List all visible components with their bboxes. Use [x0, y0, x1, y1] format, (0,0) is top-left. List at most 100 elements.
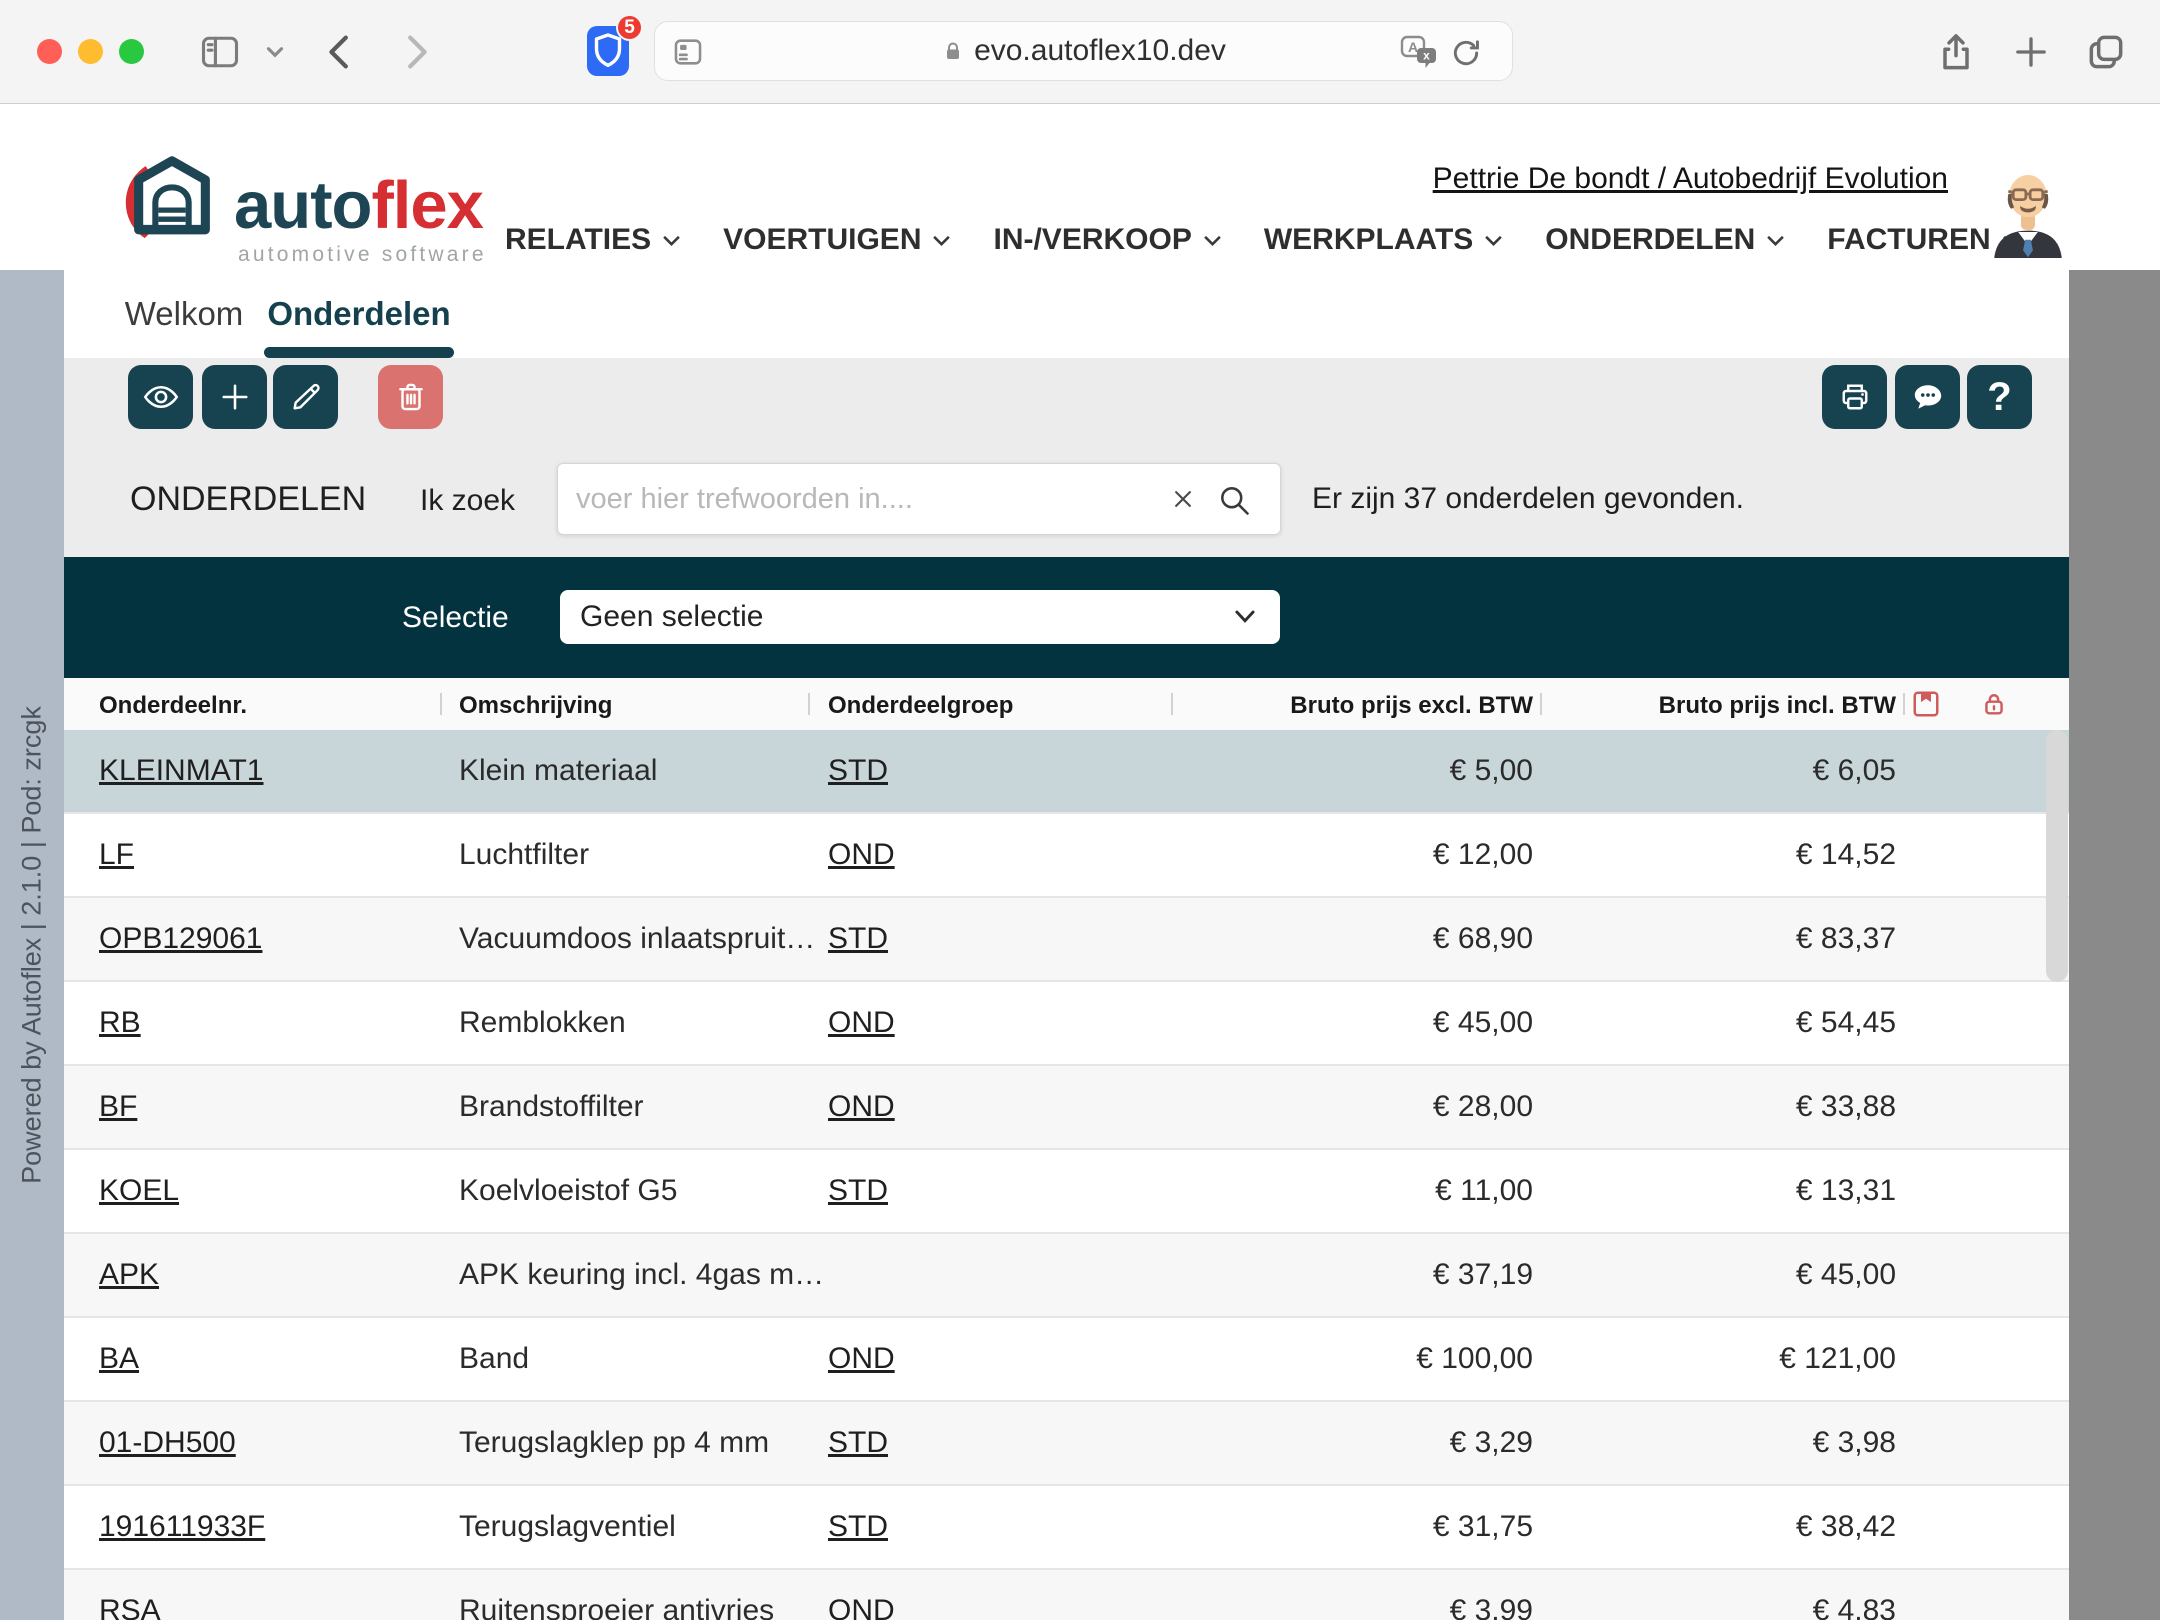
- tabs-overview-icon[interactable]: [2084, 30, 2128, 74]
- help-button[interactable]: ?: [1967, 365, 2032, 429]
- chevron-down-icon: [932, 234, 951, 247]
- column-divider: [1903, 693, 1905, 715]
- save-layout-icon[interactable]: [1911, 689, 1941, 719]
- traffic-lights: [37, 39, 144, 64]
- table-row[interactable]: KLEINMAT1Klein materiaalSTD€ 5,00€ 6,05: [64, 730, 2069, 814]
- part-group-link[interactable]: OND: [828, 1006, 895, 1039]
- chat-icon: [1910, 379, 1946, 415]
- reload-icon[interactable]: [1450, 37, 1482, 69]
- column-header-omschrijving[interactable]: Omschrijving: [459, 692, 612, 720]
- new-tab-icon[interactable]: [2010, 31, 2052, 73]
- part-group-link[interactable]: OND: [828, 838, 895, 871]
- nav-item-label: ONDERDELEN: [1545, 223, 1755, 257]
- nav-item-werkplaats[interactable]: WERKPLAATS: [1264, 223, 1503, 257]
- view-button[interactable]: [128, 365, 193, 429]
- avatar[interactable]: [1983, 166, 2073, 260]
- chevron-down-icon: [1230, 604, 1260, 630]
- table-row[interactable]: 191611933FTerugslagventielSTD€ 31,75€ 38…: [64, 1486, 2069, 1570]
- nav-item-relaties[interactable]: RELATIES: [505, 223, 681, 257]
- autoflex-logo[interactable]: autoflex automotive software: [122, 146, 487, 267]
- print-button[interactable]: [1822, 365, 1887, 429]
- price-excl-btw: € 3,29: [1164, 1426, 1533, 1460]
- price-excl-btw: € 28,00: [1164, 1090, 1533, 1124]
- price-excl-btw: € 5,00: [1164, 754, 1533, 788]
- traffic-light-close[interactable]: [37, 39, 62, 64]
- part-group-link[interactable]: OND: [828, 1594, 895, 1620]
- toolbar-chevron-down-icon[interactable]: [262, 39, 288, 65]
- traffic-light-minimize[interactable]: [78, 39, 103, 64]
- address-bar[interactable]: evo.autoflex10.dev A x: [654, 21, 1513, 81]
- table-row[interactable]: APKAPK keuring incl. 4gas m…€ 37,19€ 45,…: [64, 1234, 2069, 1318]
- table-row[interactable]: RBRemblokkenOND€ 45,00€ 54,45: [64, 982, 2069, 1066]
- chat-button[interactable]: [1895, 365, 1960, 429]
- table-scrollbar-thumb[interactable]: [2046, 730, 2068, 982]
- part-group-link[interactable]: STD: [828, 754, 888, 787]
- search-icon[interactable]: [1216, 482, 1252, 518]
- edit-button[interactable]: [273, 365, 338, 429]
- part-group-link[interactable]: STD: [828, 1510, 888, 1543]
- column-header-prijs-incl[interactable]: Bruto prijs incl. BTW: [1564, 692, 1896, 720]
- forward-icon[interactable]: [392, 29, 438, 75]
- tab-bar: Welkom Onderdelen: [64, 270, 2069, 358]
- part-number-link[interactable]: APK: [99, 1258, 159, 1291]
- svg-text:A: A: [1408, 39, 1418, 55]
- table-row[interactable]: OPB129061Vacuumdoos inlaatspruit…STD€ 68…: [64, 898, 2069, 982]
- nav-item-onderdelen[interactable]: ONDERDELEN: [1545, 223, 1785, 257]
- garage-icon: [122, 146, 222, 267]
- nav-item-voertuigen[interactable]: VOERTUIGEN: [723, 223, 951, 257]
- selection-dropdown[interactable]: Geen selectie: [560, 590, 1280, 644]
- part-number-link[interactable]: OPB129061: [99, 922, 262, 955]
- nav-item-label: WERKPLAATS: [1264, 223, 1473, 257]
- nav-item-in-verkoop[interactable]: IN-/VERKOOP: [993, 223, 1221, 257]
- price-incl-btw: € 33,88: [1564, 1090, 1896, 1124]
- part-group-link[interactable]: STD: [828, 922, 888, 955]
- part-description: Remblokken: [459, 1006, 626, 1040]
- add-button[interactable]: [202, 365, 267, 429]
- search-label: Ik zoek: [420, 484, 515, 518]
- table-row[interactable]: BABandOND€ 100,00€ 121,00: [64, 1318, 2069, 1402]
- price-excl-btw: € 45,00: [1164, 1006, 1533, 1040]
- part-group-link[interactable]: OND: [828, 1342, 895, 1375]
- printer-icon: [1837, 379, 1873, 415]
- part-group-link[interactable]: OND: [828, 1090, 895, 1123]
- column-header-prijs-excl[interactable]: Bruto prijs excl. BTW: [1164, 692, 1533, 720]
- part-description: Terugslagventiel: [459, 1510, 676, 1544]
- shield-extension-icon[interactable]: 5: [586, 24, 630, 80]
- table-row[interactable]: KOELKoelvloeistof G5STD€ 11,00€ 13,31: [64, 1150, 2069, 1234]
- table-row[interactable]: RSARuitensproeier antivriesOND€ 3,99€ 4,…: [64, 1570, 2069, 1620]
- tab-welkom[interactable]: Welkom: [104, 270, 264, 358]
- column-header-onderdeelgroep[interactable]: Onderdeelgroep: [828, 692, 1013, 720]
- table-row[interactable]: BFBrandstoffilterOND€ 28,00€ 33,88: [64, 1066, 2069, 1150]
- part-number-link[interactable]: LF: [99, 838, 134, 871]
- column-header-onderdeelnr[interactable]: Onderdeelnr.: [99, 692, 247, 720]
- lock-columns-icon[interactable]: [1980, 689, 2008, 719]
- table-row[interactable]: LFLuchtfilterOND€ 12,00€ 14,52: [64, 814, 2069, 898]
- part-number-link[interactable]: KLEINMAT1: [99, 754, 264, 787]
- clear-search-icon[interactable]: [1168, 484, 1198, 514]
- part-number-link[interactable]: 01-DH500: [99, 1426, 236, 1459]
- delete-button[interactable]: [378, 365, 443, 429]
- part-number-link[interactable]: BF: [99, 1090, 137, 1123]
- part-group-link[interactable]: STD: [828, 1426, 888, 1459]
- traffic-light-zoom[interactable]: [119, 39, 144, 64]
- part-number-link[interactable]: RSA: [99, 1594, 161, 1620]
- price-incl-btw: € 6,05: [1564, 754, 1896, 788]
- part-number-link[interactable]: BA: [99, 1342, 139, 1375]
- part-description: Band: [459, 1342, 529, 1376]
- part-number-link[interactable]: 191611933F: [99, 1510, 265, 1543]
- part-group-link[interactable]: STD: [828, 1174, 888, 1207]
- share-icon[interactable]: [1934, 30, 1978, 74]
- translate-icon[interactable]: A x: [1400, 35, 1438, 69]
- part-number-link[interactable]: RB: [99, 1006, 141, 1039]
- table-row[interactable]: 01-DH500Terugslagklep pp 4 mmSTD€ 3,29€ …: [64, 1402, 2069, 1486]
- url-text[interactable]: evo.autoflex10.dev: [974, 34, 1226, 68]
- left-sidebar-strip: Powered by Autoflex | 2.1.0 | Pod: zrcgk: [0, 270, 64, 1620]
- chevron-down-icon: [1203, 234, 1222, 247]
- results-count-text: Er zijn 37 onderdelen gevonden.: [1312, 482, 1744, 516]
- sidebar-toggle-icon[interactable]: [198, 30, 242, 74]
- back-icon[interactable]: [318, 29, 364, 75]
- part-number-link[interactable]: KOEL: [99, 1174, 179, 1207]
- tab-onderdelen[interactable]: Onderdelen: [264, 270, 454, 358]
- user-account-link[interactable]: Pettrie De bondt / Autobedrijf Evolution: [1433, 162, 1948, 196]
- price-incl-btw: € 45,00: [1564, 1258, 1896, 1292]
